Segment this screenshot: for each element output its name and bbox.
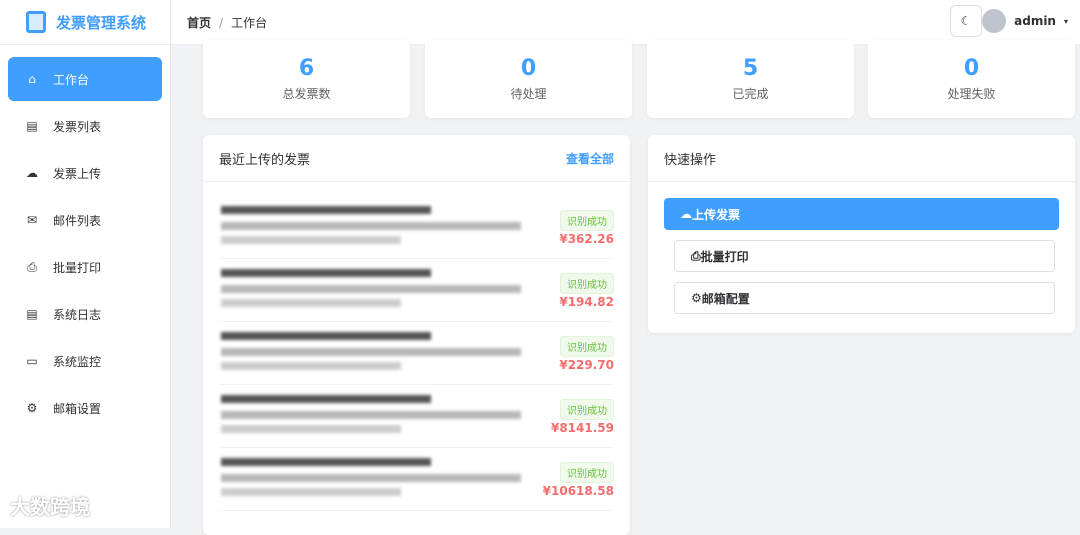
- button-label: 邮箱配置: [701, 291, 750, 306]
- status-badge: 识别成功: [560, 336, 614, 357]
- status-badge: 识别成功: [560, 273, 614, 294]
- gear-icon: ⚙: [691, 291, 702, 305]
- status-badge: 识别成功: [560, 462, 614, 483]
- sidebar-item-0[interactable]: ⌂ 工作台: [8, 57, 162, 101]
- invoice-amount: ¥229.70: [559, 358, 614, 372]
- sidebar-item-label: 邮件列表: [53, 213, 102, 228]
- avatar: [982, 9, 1007, 33]
- button-label: 上传发票: [692, 207, 741, 222]
- breadcrumb-separator: /: [219, 15, 224, 30]
- sidebar-item-label: 工作台: [53, 72, 90, 87]
- moon-icon: ☾: [960, 14, 972, 28]
- stat-card: 5 已完成: [647, 40, 854, 118]
- theme-toggle-button[interactable]: ☾: [950, 5, 982, 37]
- stat-card: 0 处理失败: [868, 40, 1075, 118]
- printer-icon: ⎙: [691, 248, 701, 263]
- sidebar-item-3[interactable]: ✉ 邮件列表: [8, 198, 162, 242]
- app-title: 发票管理系统: [56, 13, 147, 32]
- sidebar-item-5[interactable]: ▤ 系统日志: [8, 292, 162, 336]
- redacted-detail: [221, 299, 401, 307]
- watermark: 大数跨境: [10, 495, 90, 519]
- redacted-name: [221, 269, 431, 277]
- view-all-link[interactable]: 查看全部: [566, 150, 614, 167]
- document-icon: ▤: [26, 307, 38, 321]
- invoice-row[interactable]: 识别成功 ¥8141.59: [221, 385, 614, 448]
- sidebar-item-4[interactable]: ⎙ 批量打印: [8, 245, 162, 289]
- stat-label: 待处理: [510, 87, 547, 101]
- sidebar: 发票管理系统 ⌂ 工作台 ▤ 发票列表 ☁ 发票上传 ✉ 邮件列表 ⎙ 批量打印 ▤ 系统日志 ▭ 系统监…: [0, 0, 171, 528]
- sidebar-item-6[interactable]: ▭ 系统监控: [8, 339, 162, 383]
- breadcrumb-home[interactable]: 首页: [187, 16, 211, 30]
- stat-value: 6: [298, 56, 315, 81]
- recent-invoices-card: 最近上传的发票 查看全部 识别成功 ¥362.26 识别成功 ¥194.82 识别成功 ¥2…: [203, 135, 630, 535]
- sidebar-item-label: 发票上传: [53, 166, 102, 181]
- username: admin: [1014, 14, 1056, 28]
- stat-value: 5: [742, 56, 759, 81]
- card-title: 最近上传的发票: [219, 152, 311, 168]
- button-label: 批量打印: [700, 249, 749, 264]
- sidebar-item-7[interactable]: ⚙ 邮箱设置: [8, 386, 162, 430]
- sidebar-item-label: 发票列表: [53, 119, 102, 134]
- sidebar-item-label: 系统日志: [53, 307, 102, 322]
- invoice-row[interactable]: 识别成功 ¥10618.58: [221, 448, 614, 511]
- mail-icon: ✉: [26, 213, 38, 227]
- redacted-detail: [221, 411, 521, 419]
- sidebar-item-label: 批量打印: [53, 260, 102, 275]
- redacted-detail: [221, 474, 521, 482]
- redacted-detail: [221, 348, 521, 356]
- stat-label: 已完成: [732, 87, 769, 101]
- printer-icon: ⎙: [27, 259, 37, 274]
- card-title: 快速操作: [664, 152, 717, 168]
- invoice-row[interactable]: 识别成功 ¥362.26: [221, 196, 614, 259]
- cloud-upload-icon: ☁: [26, 166, 38, 180]
- chevron-down-icon: ▾: [1063, 16, 1068, 26]
- redacted-detail: [221, 236, 401, 244]
- upload-invoice-button[interactable]: ☁ 上传发票: [664, 198, 1059, 230]
- batch-print-button[interactable]: ⎙ 批量打印: [674, 240, 1055, 272]
- logo: 发票管理系统: [0, 0, 170, 45]
- stat-label: 处理失败: [947, 87, 996, 101]
- redacted-detail: [221, 285, 521, 293]
- breadcrumb-current: 工作台: [231, 15, 268, 30]
- cloud-upload-icon: ☁: [680, 207, 692, 221]
- gear-icon: ⚙: [26, 401, 38, 415]
- sidebar-item-1[interactable]: ▤ 发票列表: [8, 104, 162, 148]
- breadcrumb: 首页 / 工作台: [187, 14, 267, 31]
- mail-config-button[interactable]: ⚙ 邮箱配置: [674, 282, 1055, 314]
- invoice-amount: ¥8141.59: [550, 421, 614, 435]
- stat-card: 0 待处理: [425, 40, 632, 118]
- status-badge: 识别成功: [560, 210, 614, 231]
- invoice-logo-icon: [26, 11, 46, 33]
- home-icon: ⌂: [28, 72, 36, 86]
- document-icon: ▤: [26, 119, 38, 133]
- invoice-amount: ¥10618.58: [542, 484, 614, 498]
- header: 首页 / 工作台 ☾ admin ▾: [171, 0, 1080, 45]
- invoice-amount: ¥362.26: [559, 232, 614, 246]
- redacted-name: [221, 395, 431, 403]
- redacted-name: [221, 206, 431, 214]
- stat-label: 总发票数: [282, 87, 331, 101]
- sidebar-item-2[interactable]: ☁ 发票上传: [8, 151, 162, 195]
- status-badge: 识别成功: [560, 399, 614, 420]
- monitor-icon: ▭: [26, 354, 38, 368]
- user-menu[interactable]: admin ▾: [982, 9, 1068, 33]
- redacted-name: [221, 332, 431, 340]
- stat-value: 0: [520, 56, 537, 81]
- quick-actions-card: 快速操作 ☁ 上传发票 ⎙ 批量打印 ⚙ 邮箱配置: [648, 135, 1075, 333]
- redacted-detail: [221, 362, 401, 370]
- redacted-detail: [221, 425, 401, 433]
- redacted-detail: [221, 488, 401, 496]
- invoice-row[interactable]: 识别成功 ¥194.82: [221, 259, 614, 322]
- stat-value: 0: [963, 56, 980, 81]
- invoice-amount: ¥194.82: [559, 295, 614, 309]
- sidebar-item-label: 系统监控: [53, 354, 102, 369]
- sidebar-item-label: 邮箱设置: [53, 401, 102, 416]
- redacted-detail: [221, 222, 521, 230]
- stat-card: 6 总发票数: [203, 40, 410, 118]
- redacted-name: [221, 458, 431, 466]
- invoice-row[interactable]: 识别成功 ¥229.70: [221, 322, 614, 385]
